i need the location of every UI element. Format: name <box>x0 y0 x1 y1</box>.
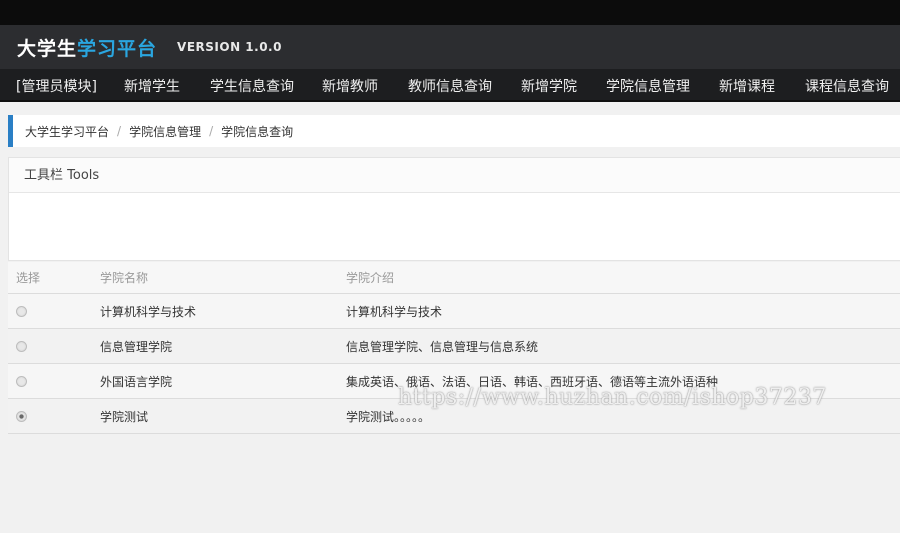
cell-college-name: 计算机科学与技术 <box>100 304 197 319</box>
toolbar-title: 工具栏 Tools <box>9 158 900 193</box>
cell-college-name: 学院测试 <box>100 409 149 424</box>
breadcrumb-item-current: 学院信息查询 <box>221 124 294 139</box>
app-header: 大学生学习平台 VERSION 1.0.0 <box>0 25 900 69</box>
nav-item-college-manage[interactable]: 学院信息管理 <box>606 76 690 96</box>
header-select: 选择 <box>16 271 41 285</box>
toolbar-panel: 工具栏 Tools <box>8 157 900 261</box>
nav-item-teacher-query[interactable]: 教师信息查询 <box>408 76 492 96</box>
cell-college-name: 外国语言学院 <box>100 374 173 389</box>
nav-item-add-teacher[interactable]: 新增教师 <box>322 76 378 96</box>
main-content: 大学生学习平台 / 学院信息管理 / 学院信息查询 工具栏 Tools 选择 学… <box>8 112 900 533</box>
row-radio[interactable] <box>16 340 27 352</box>
breadcrumb-separator: / <box>209 124 214 138</box>
nav-item-add-student[interactable]: 新增学生 <box>124 76 180 96</box>
top-black-band <box>0 0 900 25</box>
breadcrumb-separator: / <box>117 124 122 138</box>
table-row[interactable]: 计算机科学与技术 计算机科学与技术 <box>8 294 900 329</box>
breadcrumb-item-home[interactable]: 大学生学习平台 <box>25 123 109 140</box>
brand-part2: 学习平台 <box>77 37 158 60</box>
header-college-intro: 学院介绍 <box>346 271 395 285</box>
breadcrumb-item-college-manage[interactable]: 学院信息管理 <box>129 123 201 140</box>
nav-item-student-query[interactable]: 学生信息查询 <box>210 76 294 96</box>
nav-item-course-query[interactable]: 课程信息查询 <box>805 76 889 96</box>
row-radio[interactable] <box>16 305 27 317</box>
nav-item-admin-module[interactable]: [管理员模块] <box>16 76 97 96</box>
brand-part1: 大学生 <box>17 37 78 60</box>
nav-item-add-college[interactable]: 新增学院 <box>521 76 577 96</box>
nav-item-add-course[interactable]: 新增课程 <box>719 76 775 96</box>
row-radio[interactable] <box>16 375 27 387</box>
cell-college-name: 信息管理学院 <box>100 339 173 354</box>
table-header-row: 选择 学院名称 学院介绍 <box>8 262 900 294</box>
version-label: VERSION 1.0.0 <box>177 40 282 54</box>
table-row[interactable]: 信息管理学院 信息管理学院、信息管理与信息系统 <box>8 329 900 364</box>
header-college-name: 学院名称 <box>100 271 149 285</box>
main-nav: [管理员模块] 新增学生 学生信息查询 新增教师 教师信息查询 新增学院 学院信… <box>0 69 900 102</box>
watermark-text: https://www.huzhan.com/ishop37237 <box>398 385 827 410</box>
breadcrumb: 大学生学习平台 / 学院信息管理 / 学院信息查询 <box>8 115 900 147</box>
brand-logo: 大学生学习平台 <box>17 34 157 61</box>
row-radio-selected[interactable] <box>16 410 27 422</box>
cell-college-intro: 计算机科学与技术 <box>346 304 443 319</box>
cell-college-intro: 信息管理学院、信息管理与信息系统 <box>346 339 539 354</box>
